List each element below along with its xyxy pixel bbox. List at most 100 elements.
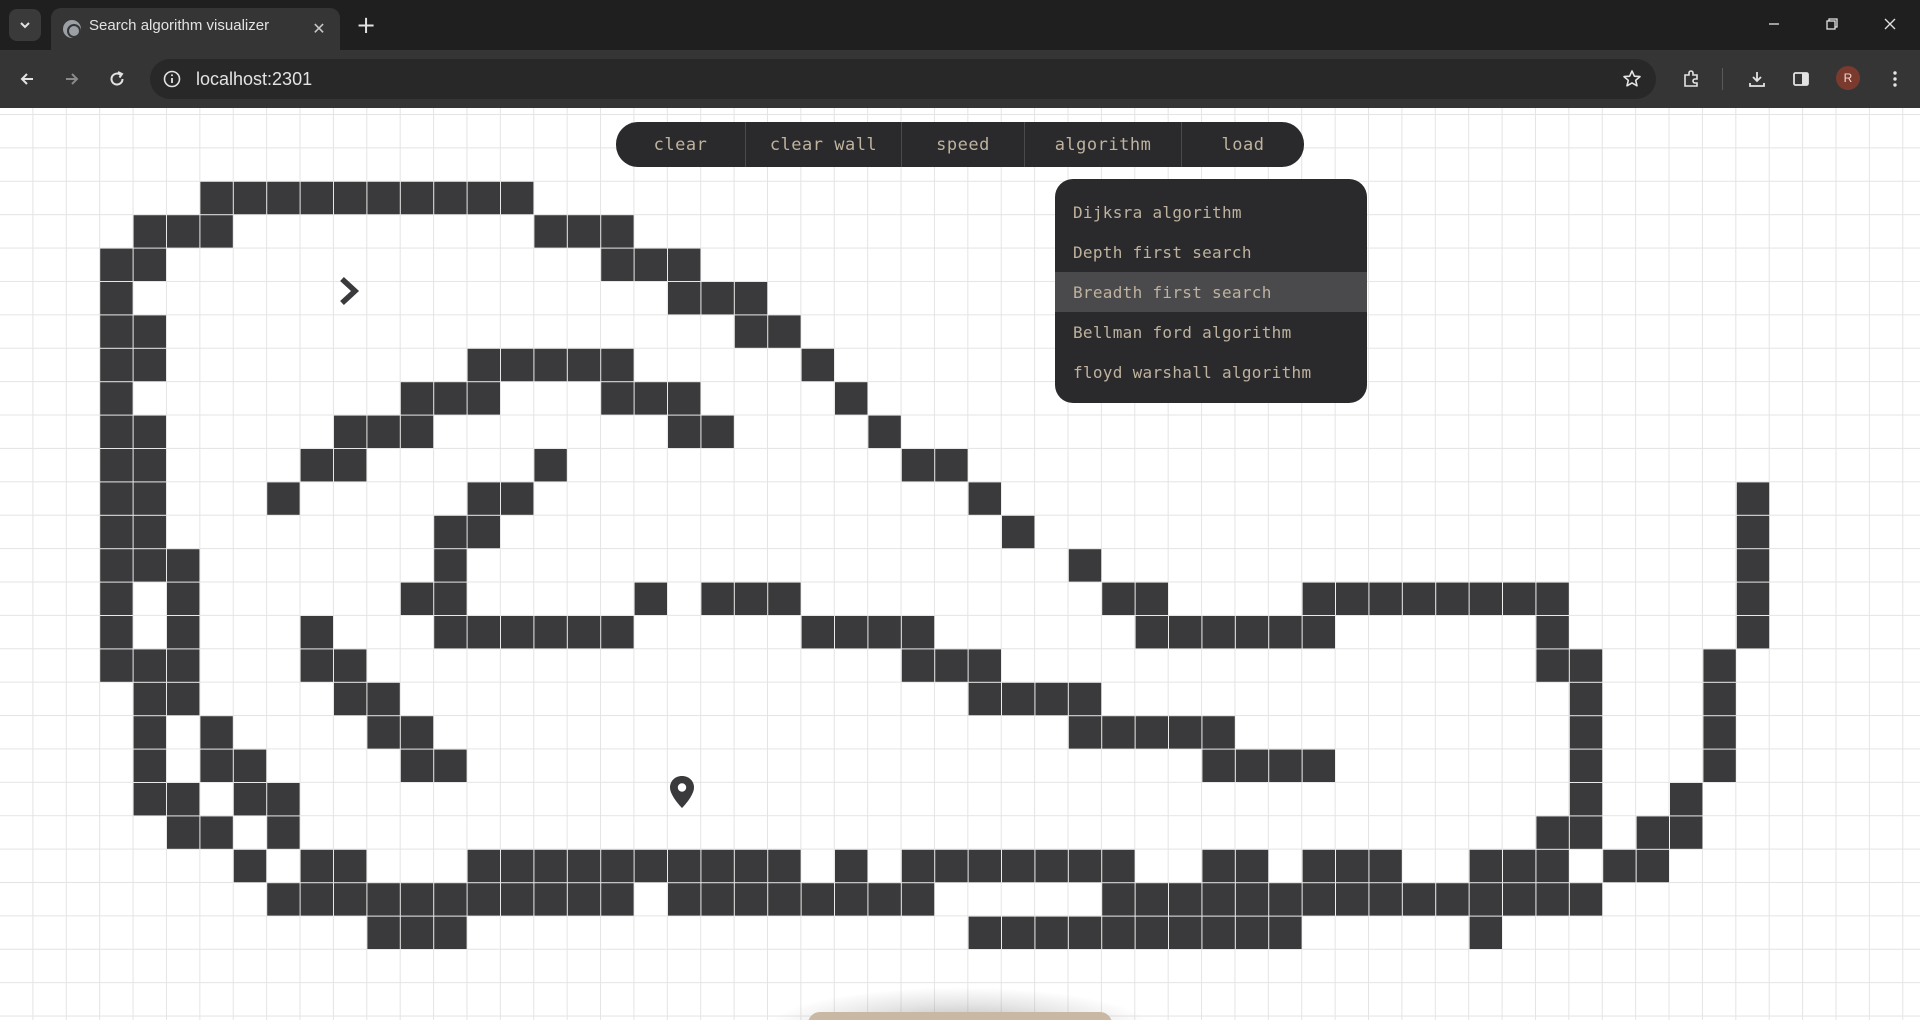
clear-wall-button[interactable]: clear wall [746,122,902,167]
wall-cell[interactable] [1202,916,1235,949]
wall-cell[interactable] [367,916,400,949]
wall-cell[interactable] [1169,716,1202,749]
wall-cell[interactable] [1002,682,1035,716]
wall-cell[interactable] [734,315,768,348]
wall-cell[interactable] [567,215,601,248]
wall-cell[interactable] [1369,883,1402,916]
wall-cell[interactable] [400,749,434,782]
wall-cell[interactable] [968,482,1001,515]
wall-cell[interactable] [567,348,601,382]
wall-cell[interactable] [1035,849,1068,883]
wall-cell[interactable] [1569,682,1603,716]
wall-cell[interactable] [200,716,233,749]
wall-cell[interactable] [1269,616,1302,649]
wall-cell[interactable] [1135,883,1168,916]
wall-cell[interactable] [1636,849,1669,883]
wall-cell[interactable] [1536,849,1569,883]
wall-cell[interactable] [167,783,200,816]
wall-cell[interactable] [467,181,500,215]
wall-cell[interactable] [400,916,434,949]
back-button[interactable] [10,62,44,96]
wall-cell[interactable] [1135,916,1168,949]
wall-cell[interactable] [100,582,133,615]
wall-cell[interactable] [200,816,233,849]
wall-cell[interactable] [1102,582,1135,615]
wall-cell[interactable] [768,315,801,348]
wall-cell[interactable] [1736,582,1770,615]
wall-cell[interactable] [701,883,734,916]
wall-cell[interactable] [334,449,367,482]
wall-cell[interactable] [400,382,434,415]
wall-cell[interactable] [467,482,500,515]
wall-cell[interactable] [133,348,166,382]
wall-cell[interactable] [601,616,634,649]
wall-cell[interactable] [434,382,467,415]
wall-cell[interactable] [1068,682,1102,716]
wall-cell[interactable] [567,883,601,916]
wall-cell[interactable] [1135,716,1168,749]
wall-cell[interactable] [1068,916,1102,949]
wall-cell[interactable] [501,616,534,649]
close-tab-icon[interactable]: ✕ [308,17,330,39]
wall-cell[interactable] [768,582,801,615]
wall-cell[interactable] [901,649,935,682]
wall-cell[interactable] [1503,849,1536,883]
wall-cell[interactable] [100,649,133,682]
wall-cell[interactable] [434,549,467,582]
wall-cell[interactable] [668,883,701,916]
wall-cell[interactable] [801,616,834,649]
wall-cell[interactable] [1002,849,1035,883]
wall-cell[interactable] [968,916,1001,949]
wall-cell[interactable] [634,248,667,281]
wall-cell[interactable] [167,582,200,615]
wall-cell[interactable] [1636,816,1669,849]
wall-cell[interactable] [1235,883,1269,916]
wall-cell[interactable] [1068,849,1102,883]
forward-button[interactable] [55,62,89,96]
wall-cell[interactable] [1102,849,1135,883]
wall-cell[interactable] [233,849,267,883]
wall-cell[interactable] [1703,749,1736,782]
wall-cell[interactable] [1202,883,1235,916]
wall-cell[interactable] [634,382,667,415]
profile-avatar[interactable]: R [1836,66,1860,90]
wall-cell[interactable] [300,616,333,649]
wall-cell[interactable] [300,883,333,916]
extensions-icon[interactable] [1674,62,1708,96]
wall-cell[interactable] [467,849,500,883]
wall-cell[interactable] [267,181,300,215]
wall-cell[interactable] [1736,515,1770,549]
wall-cell[interactable] [1336,883,1369,916]
wall-cell[interactable] [100,315,133,348]
wall-cell[interactable] [1102,916,1135,949]
wall-cell[interactable] [668,248,701,281]
wall-cell[interactable] [133,449,166,482]
wall-cell[interactable] [133,248,166,281]
algorithm-option-floyd-warshall[interactable]: floyd warshall algorithm [1055,352,1367,392]
wall-cell[interactable] [1569,649,1603,682]
wall-cell[interactable] [233,181,267,215]
wall-cell[interactable] [300,449,333,482]
wall-cell[interactable] [1269,883,1302,916]
wall-cell[interactable] [1469,849,1502,883]
wall-cell[interactable] [367,716,400,749]
wall-cell[interactable] [968,849,1001,883]
wall-cell[interactable] [300,849,333,883]
wall-cell[interactable] [434,515,467,549]
wall-cell[interactable] [1302,616,1335,649]
wall-cell[interactable] [1569,816,1603,849]
wall-cell[interactable] [467,883,500,916]
wall-cell[interactable] [167,616,200,649]
wall-cell[interactable] [1135,616,1168,649]
minimize-button[interactable] [1754,8,1794,40]
wall-cell[interactable] [1536,649,1569,682]
wall-cell[interactable] [601,849,634,883]
wall-cell[interactable] [768,849,801,883]
wall-cell[interactable] [1068,549,1102,582]
wall-cell[interactable] [534,449,567,482]
wall-cell[interactable] [1202,749,1235,782]
wall-cell[interactable] [400,716,434,749]
wall-cell[interactable] [901,449,935,482]
wall-cell[interactable] [534,849,567,883]
wall-cell[interactable] [367,415,400,448]
